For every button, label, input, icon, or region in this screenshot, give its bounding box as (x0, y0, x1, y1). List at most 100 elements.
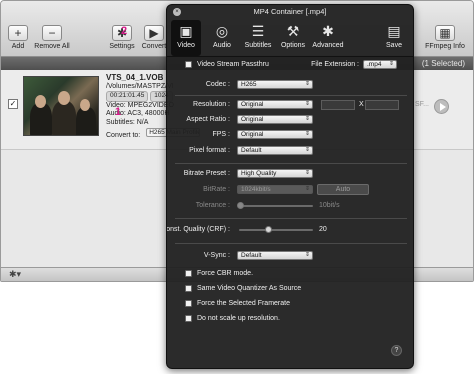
codec-label: Codec : (205, 81, 230, 88)
tab-audio[interactable]: ◎ Audio (209, 20, 235, 56)
pixel-format-row: Pixel format : Default (167, 145, 413, 156)
fps-label: FPS : (212, 131, 230, 138)
tab-subtitles-label: Subtitles (244, 42, 272, 49)
video-passthru-checkbox[interactable] (185, 61, 192, 68)
tolerance-value: 10bit/s (319, 202, 340, 209)
panel-title: MP4 Container [.mp4] (253, 7, 327, 16)
tolerance-slider-knob[interactable] (237, 202, 244, 209)
force-cbr-label: Force CBR mode. (197, 270, 254, 277)
tab-advanced[interactable]: ✱ Advanced (311, 20, 345, 56)
fps-select[interactable]: Original (237, 130, 313, 139)
force-framerate-row: Force the Selected Framerate (167, 298, 413, 309)
resolution-height-input[interactable] (365, 100, 399, 110)
tolerance-slider[interactable] (239, 205, 313, 207)
ffmpeg-info-button[interactable]: ▦ FFmpeg Info (423, 25, 467, 50)
job-checkbox[interactable]: ✓ (8, 99, 18, 109)
save-icon: ▤ (387, 23, 401, 39)
bitrate-preset-label: Bitrate Preset : (183, 170, 230, 177)
wrench-icon: ⚒ (286, 23, 300, 39)
crf-value: 20 (319, 226, 327, 233)
tab-options-label: Options (280, 42, 306, 49)
pixel-format-select[interactable]: Default (237, 146, 313, 155)
bitrate-label: BitRate : (203, 186, 230, 193)
tab-subtitles[interactable]: ☰ Subtitles (243, 20, 273, 56)
force-cbr-checkbox[interactable] (185, 270, 192, 277)
resolution-select[interactable]: Original (237, 100, 313, 109)
tolerance-label: Tolerance : (195, 202, 230, 209)
passthru-row: Video Stream Passthru File Extension : .… (167, 59, 413, 70)
bitrate-preset-row: Bitrate Preset : High Quality (167, 168, 413, 179)
tab-audio-label: Audio (213, 42, 231, 49)
no-upscale-label: Do not scale up resolution. (197, 315, 280, 322)
force-framerate-checkbox[interactable] (185, 300, 192, 307)
fps-row: FPS : Original (167, 129, 413, 140)
bitrate-row: BitRate : 1024kbit/s Auto (167, 184, 413, 195)
resolution-x-label: X (359, 101, 364, 108)
crf-label: Const. Quality (CRF) : (166, 226, 230, 233)
no-upscale-row: Do not scale up resolution. (167, 313, 413, 324)
vsync-row: V-Sync : Default (167, 250, 413, 261)
tab-options[interactable]: ⚒ Options (279, 20, 307, 56)
crf-slider-knob[interactable] (265, 226, 273, 233)
subtitles-icon: ☰ (251, 23, 265, 39)
auto-bitrate-button[interactable]: Auto (317, 184, 369, 195)
bitrate-preset-select[interactable]: High Quality (237, 169, 313, 178)
separator (175, 218, 407, 219)
play-icon: ▶ (144, 25, 164, 41)
annotation-marker-2: 2 (121, 25, 128, 37)
tab-video-label: Video (177, 42, 195, 49)
ffmpeg-label: FFmpeg Info (425, 43, 465, 50)
remove-all-button[interactable]: − Remove All (33, 25, 71, 50)
tolerance-row: Tolerance : 10bit/s (167, 200, 413, 211)
aspect-ratio-label: Aspect Ratio : (186, 116, 230, 123)
minus-icon: − (42, 25, 62, 41)
speaker-icon: ◎ (215, 23, 229, 39)
separator (175, 163, 407, 164)
resolution-width-input[interactable] (321, 100, 355, 110)
save-button[interactable]: ▤ Save (381, 20, 407, 56)
crf-row: Const. Quality (CRF) : 20 (167, 224, 413, 235)
plus-icon: + (8, 25, 28, 41)
resolution-row: Resolution : Original X (167, 99, 413, 110)
tab-video[interactable]: ▣ Video (171, 20, 201, 56)
vsync-label: V-Sync : (203, 252, 230, 259)
bitrate-select[interactable]: 1024kbit/s (237, 185, 313, 194)
tab-advanced-label: Advanced (312, 42, 344, 49)
cog-icon: ✱ (322, 23, 334, 39)
file-extension-label: File Extension : (311, 61, 359, 68)
aspect-ratio-row: Aspect Ratio : Original (167, 114, 413, 125)
separator (175, 95, 407, 96)
job-side-text: SF... (414, 101, 429, 108)
aspect-ratio-select[interactable]: Original (237, 115, 313, 124)
same-quantizer-checkbox[interactable] (185, 285, 192, 292)
codec-row: Codec : H265 (167, 79, 413, 90)
help-button[interactable]: ? (391, 345, 402, 356)
file-extension-select[interactable]: .mp4 (363, 60, 397, 69)
force-framerate-label: Force the Selected Framerate (197, 300, 290, 307)
convert-to-label: Convert to: (106, 131, 141, 139)
add-label: Add (11, 43, 25, 50)
save-label: Save (386, 42, 402, 49)
pixel-format-label: Pixel format : (189, 147, 230, 154)
add-button[interactable]: + Add (7, 25, 29, 50)
film-icon: ▣ (179, 23, 193, 39)
job-duration: 00:21:01.45 (106, 91, 149, 102)
convert-button[interactable]: ▶ Convert (141, 25, 167, 50)
job-play-button[interactable] (434, 99, 449, 114)
crf-slider[interactable] (239, 229, 313, 231)
same-quantizer-label: Same Video Quantizer As Source (197, 285, 302, 292)
no-upscale-checkbox[interactable] (185, 315, 192, 322)
video-thumbnail (23, 76, 99, 136)
ffmpeg-icon: ▦ (435, 25, 455, 41)
codec-select[interactable]: H265 (237, 80, 313, 89)
panel-tabs: ▣ Video ◎ Audio ☰ Subtitles ⚒ Options ✱ … (167, 19, 413, 57)
settings-panel: × MP4 Container [.mp4] ▣ Video ◎ Audio ☰… (166, 4, 414, 369)
selection-count: (1 Selected) (421, 59, 465, 68)
settings-label: Settings (109, 43, 135, 50)
resolution-label: Resolution : (193, 101, 230, 108)
same-quantizer-row: Same Video Quantizer As Source (167, 283, 413, 294)
vsync-select[interactable]: Default (237, 251, 313, 260)
footer-gear-icon[interactable]: ✱▾ (9, 269, 21, 280)
remove-all-label: Remove All (34, 43, 70, 50)
separator (175, 243, 407, 244)
